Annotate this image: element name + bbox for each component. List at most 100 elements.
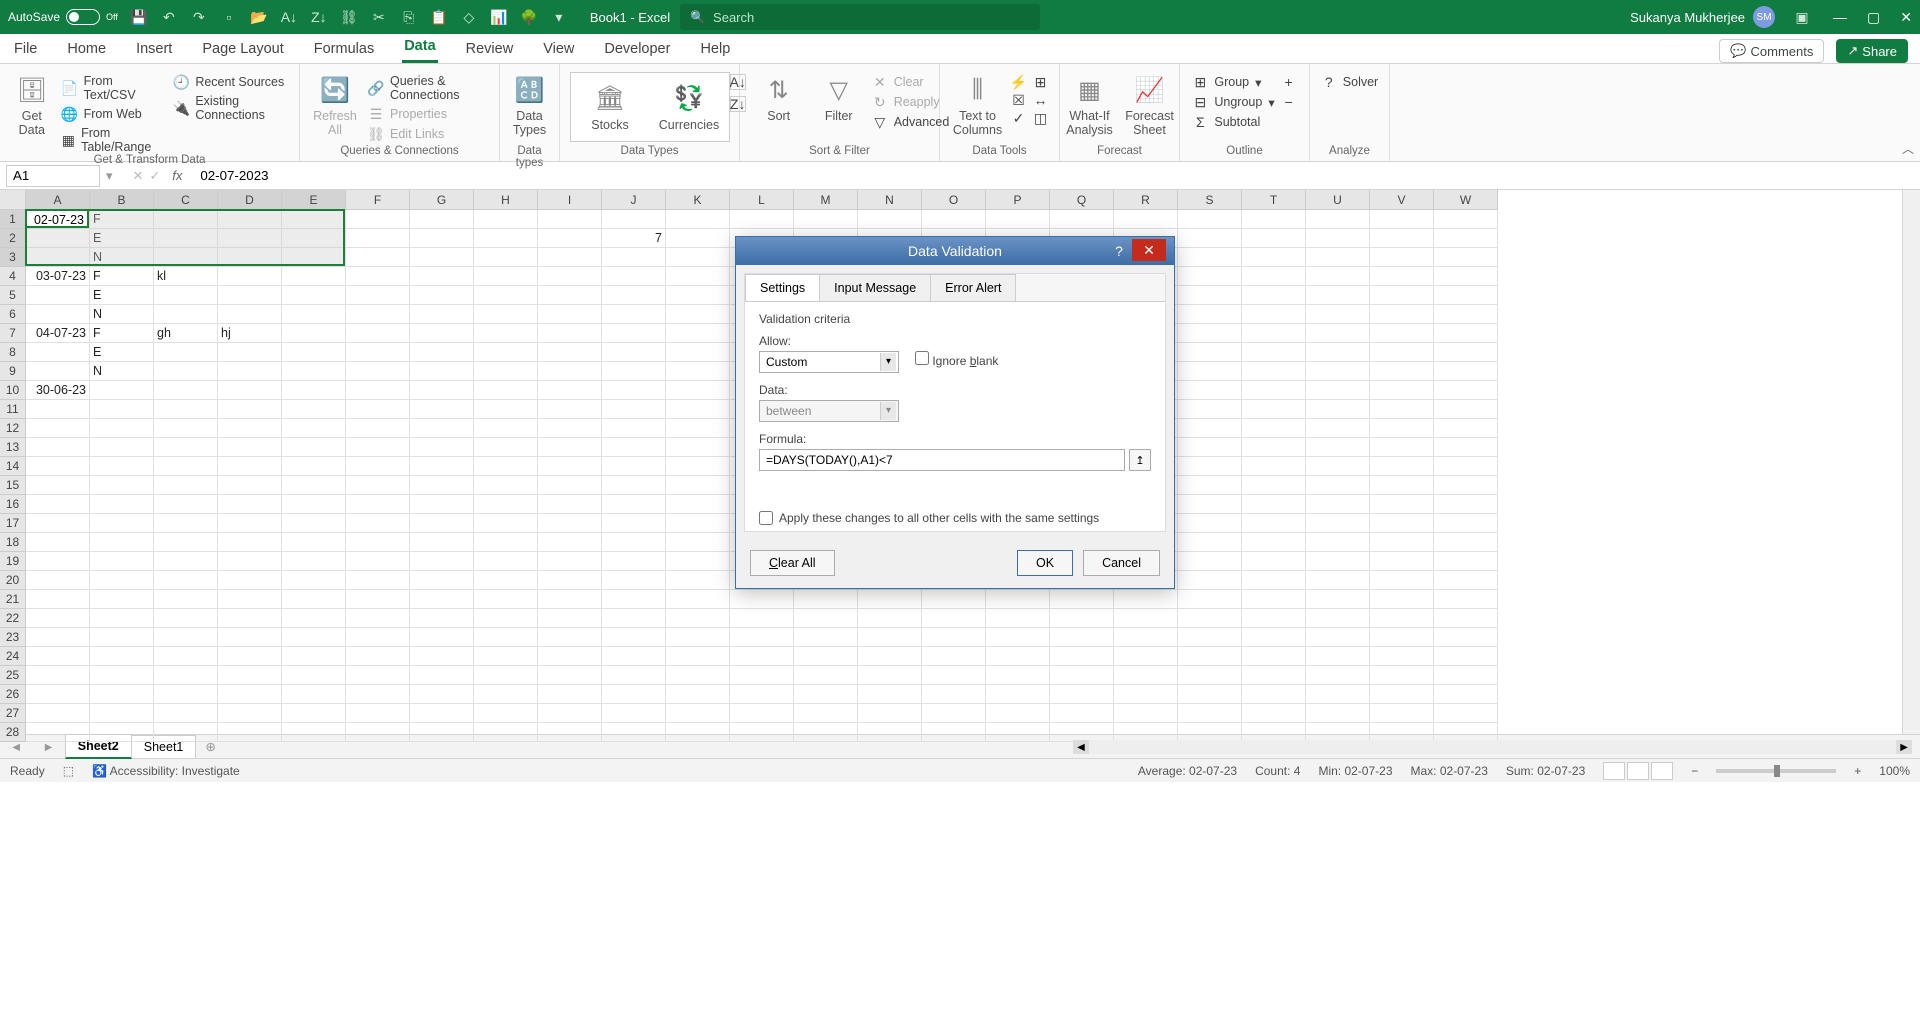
cell[interactable] xyxy=(26,571,90,590)
tree-icon[interactable]: 🌳 xyxy=(518,6,540,28)
cell[interactable] xyxy=(282,286,346,305)
scroll-left-icon[interactable]: ◄ xyxy=(1073,740,1089,754)
cell[interactable] xyxy=(1178,552,1242,571)
cell[interactable] xyxy=(922,685,986,704)
cell[interactable] xyxy=(1242,685,1306,704)
accessibility-status[interactable]: ♿ Accessibility: Investigate xyxy=(92,764,240,778)
cell[interactable] xyxy=(1242,647,1306,666)
cell[interactable] xyxy=(1114,685,1178,704)
cell[interactable] xyxy=(154,381,218,400)
show-detail-icon[interactable]: + xyxy=(1281,74,1297,90)
qat-more-icon[interactable]: ▾ xyxy=(548,6,570,28)
cell[interactable] xyxy=(410,324,474,343)
zoom-in-icon[interactable]: + xyxy=(1854,764,1861,778)
search-box[interactable]: 🔍 xyxy=(680,4,1040,30)
cell[interactable] xyxy=(1178,324,1242,343)
row-header[interactable]: 5 xyxy=(0,286,26,305)
sort-button[interactable]: ⇅Sort xyxy=(752,72,806,125)
cell[interactable] xyxy=(282,419,346,438)
cut-icon[interactable]: ✂ xyxy=(368,6,390,28)
cell[interactable] xyxy=(666,571,730,590)
group-button[interactable]: ⊞Group ▾ xyxy=(1192,74,1274,90)
cell[interactable] xyxy=(1242,457,1306,476)
cell[interactable] xyxy=(602,704,666,723)
zoom-out-icon[interactable]: − xyxy=(1691,764,1698,778)
row-header[interactable]: 15 xyxy=(0,476,26,495)
tab-insert[interactable]: Insert xyxy=(134,35,174,63)
cell[interactable] xyxy=(922,210,986,229)
cell[interactable] xyxy=(1306,685,1370,704)
cell[interactable] xyxy=(1178,400,1242,419)
cell[interactable] xyxy=(1370,343,1434,362)
cancel-formula-icon[interactable]: ✕ xyxy=(133,168,144,184)
cell[interactable] xyxy=(474,514,538,533)
fx-icon[interactable]: fx xyxy=(166,168,188,183)
cell[interactable] xyxy=(1370,476,1434,495)
cell[interactable] xyxy=(602,267,666,286)
cell[interactable] xyxy=(1178,628,1242,647)
cell[interactable] xyxy=(218,704,282,723)
cell[interactable]: F xyxy=(90,324,154,343)
column-header[interactable]: Q xyxy=(1050,190,1114,210)
cell[interactable] xyxy=(1178,267,1242,286)
cell[interactable] xyxy=(1114,609,1178,628)
cell[interactable] xyxy=(26,685,90,704)
cell[interactable] xyxy=(1114,666,1178,685)
cell[interactable] xyxy=(538,343,602,362)
cell[interactable] xyxy=(666,229,730,248)
cell[interactable] xyxy=(858,666,922,685)
cell[interactable] xyxy=(1242,324,1306,343)
cell[interactable] xyxy=(282,685,346,704)
column-header[interactable]: D xyxy=(218,190,282,210)
cell[interactable] xyxy=(154,419,218,438)
cell[interactable] xyxy=(538,229,602,248)
dialog-help-icon[interactable]: ? xyxy=(1108,241,1130,261)
cell[interactable] xyxy=(1370,628,1434,647)
cell[interactable] xyxy=(666,628,730,647)
cell[interactable] xyxy=(730,647,794,666)
from-table-button[interactable]: ▦From Table/Range xyxy=(62,126,168,154)
cell[interactable] xyxy=(474,704,538,723)
column-header[interactable]: N xyxy=(858,190,922,210)
cell[interactable] xyxy=(666,286,730,305)
cell[interactable]: N xyxy=(90,305,154,324)
cell[interactable] xyxy=(1306,286,1370,305)
row-header[interactable]: 9 xyxy=(0,362,26,381)
cell[interactable] xyxy=(474,495,538,514)
cell[interactable] xyxy=(858,685,922,704)
cell[interactable] xyxy=(346,457,410,476)
cell[interactable] xyxy=(1050,666,1114,685)
cell[interactable] xyxy=(794,628,858,647)
text-to-columns-button[interactable]: ⫼Text to Columns xyxy=(951,72,1005,139)
cell[interactable] xyxy=(1434,229,1498,248)
cell[interactable] xyxy=(26,343,90,362)
cell[interactable] xyxy=(1370,704,1434,723)
cell[interactable] xyxy=(1306,666,1370,685)
cell[interactable] xyxy=(218,723,282,742)
cell[interactable] xyxy=(282,476,346,495)
column-header[interactable]: K xyxy=(666,190,730,210)
cell[interactable] xyxy=(282,723,346,742)
cell[interactable] xyxy=(1370,381,1434,400)
cell[interactable] xyxy=(1306,514,1370,533)
cell[interactable] xyxy=(1434,495,1498,514)
tab-formulas[interactable]: Formulas xyxy=(312,35,376,63)
cell[interactable] xyxy=(1306,438,1370,457)
column-header[interactable]: H xyxy=(474,190,538,210)
row-header[interactable]: 28 xyxy=(0,723,26,742)
cell[interactable] xyxy=(346,533,410,552)
cell[interactable] xyxy=(218,457,282,476)
cell[interactable]: 03-07-23 xyxy=(26,267,90,286)
cell[interactable] xyxy=(410,647,474,666)
cell[interactable] xyxy=(410,666,474,685)
cell[interactable] xyxy=(1178,229,1242,248)
cell[interactable] xyxy=(602,248,666,267)
cell[interactable] xyxy=(602,590,666,609)
cell[interactable] xyxy=(346,495,410,514)
cell[interactable] xyxy=(282,438,346,457)
cell[interactable] xyxy=(474,343,538,362)
cell[interactable] xyxy=(1242,628,1306,647)
cell[interactable] xyxy=(538,381,602,400)
cell[interactable] xyxy=(1434,628,1498,647)
cell[interactable] xyxy=(1178,666,1242,685)
